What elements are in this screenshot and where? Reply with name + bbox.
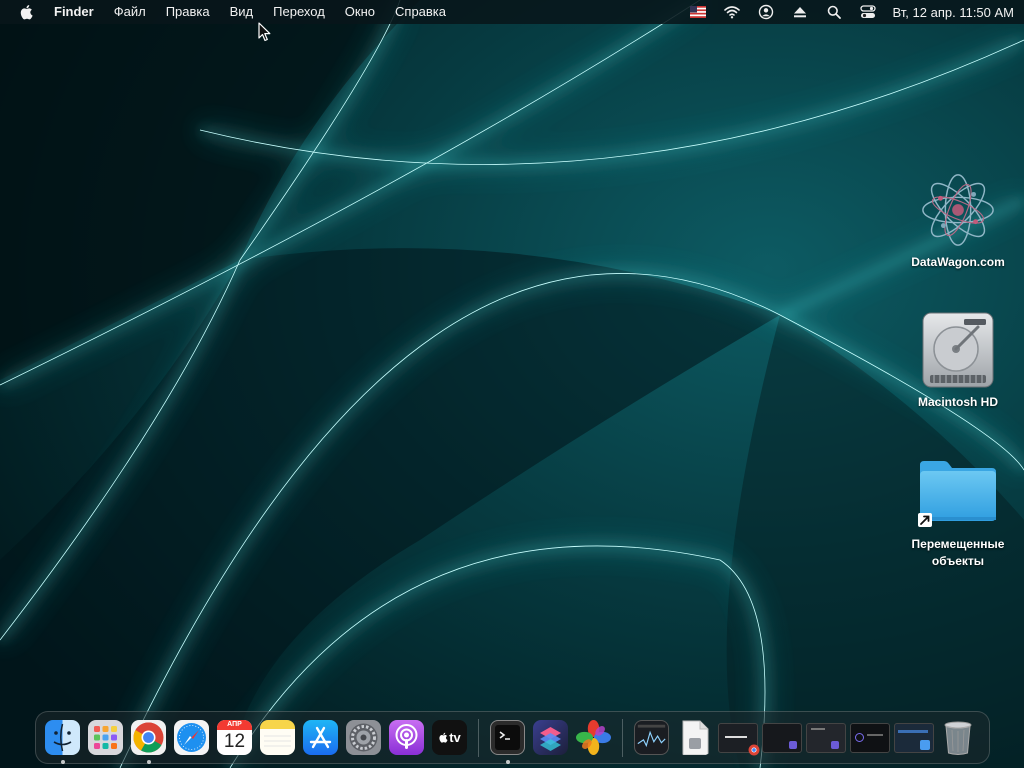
- system-preferences-icon: [346, 720, 381, 755]
- dock-apple-tv[interactable]: tv: [428, 716, 471, 759]
- dock-terminal[interactable]: [486, 716, 529, 764]
- desktop-icon-label: Перемещенные объекты: [911, 537, 1005, 568]
- desktop-icon-macintosh-hd[interactable]: Macintosh HD: [902, 310, 1014, 411]
- running-indicator: [505, 760, 510, 764]
- datawagon-icon: [918, 170, 998, 250]
- calendar-icon: АПР 12: [217, 720, 252, 755]
- wifi-icon[interactable]: [720, 0, 744, 24]
- menu-help[interactable]: Справка: [385, 0, 456, 24]
- menu-bar-status: Вт, 12 апр. 11:50 AM: [681, 0, 1024, 24]
- dock-minimized-window-3[interactable]: [804, 716, 848, 759]
- desktop-icon-datawagon[interactable]: DataWagon.com: [902, 170, 1014, 271]
- window-thumbnail: [718, 722, 760, 755]
- hard-drive-icon: [918, 310, 998, 390]
- folder-alias-icon: [918, 452, 998, 532]
- chrome-icon: [131, 720, 166, 755]
- search-icon[interactable]: [822, 0, 846, 24]
- menu-view[interactable]: Вид: [220, 0, 264, 24]
- running-indicator: [146, 760, 151, 764]
- desktop-wallpaper: [0, 0, 1024, 768]
- menu-go[interactable]: Переход: [263, 0, 335, 24]
- dock-podcasts[interactable]: [385, 716, 428, 759]
- dock-calendar[interactable]: АПР 12: [213, 716, 256, 759]
- desktop-icon-label: DataWagon.com: [911, 255, 1005, 269]
- dock-separator: [478, 718, 479, 757]
- desktop-icon-moved-items[interactable]: Перемещенные объекты: [902, 452, 1014, 570]
- dock-minimized-window-1[interactable]: [716, 716, 760, 759]
- dock-shortcuts[interactable]: [529, 716, 572, 759]
- dock-system-preferences[interactable]: [342, 716, 385, 759]
- finder-icon: [45, 720, 80, 755]
- dock-document[interactable]: [673, 716, 716, 759]
- control-center-icon[interactable]: [856, 0, 880, 24]
- flag-us-icon[interactable]: [686, 0, 710, 24]
- eject-icon[interactable]: [788, 0, 812, 24]
- dock-photos-flower[interactable]: [572, 716, 615, 759]
- menu-bar-clock[interactable]: Вт, 12 апр. 11:50 AM: [893, 5, 1014, 20]
- launchpad-icon: [88, 720, 123, 755]
- dock-chrome[interactable]: [127, 716, 170, 764]
- dock-safari[interactable]: [170, 716, 213, 759]
- dock-trash[interactable]: [936, 716, 979, 759]
- desktop-icon-label: Macintosh HD: [917, 395, 998, 409]
- dock-app-store[interactable]: [299, 716, 342, 759]
- trash-icon: [940, 720, 975, 755]
- calendar-day: 12: [223, 731, 246, 752]
- menu-bar: Finder Файл Правка Вид Переход Окно Спра…: [0, 0, 1024, 24]
- mouse-cursor-icon: [258, 22, 271, 42]
- window-thumbnail: [850, 722, 890, 753]
- apple-tv-label: tv: [449, 730, 461, 745]
- window-thumbnail: [806, 722, 846, 753]
- apple-tv-icon: tv: [432, 720, 467, 755]
- document-icon: [677, 720, 712, 755]
- dock-finder[interactable]: [41, 716, 84, 764]
- window-thumbnail: [762, 722, 802, 753]
- dock-launchpad[interactable]: [84, 716, 127, 759]
- app-store-icon: [303, 720, 338, 755]
- window-thumbnail: [894, 722, 934, 753]
- calendar-month: АПР: [217, 720, 252, 730]
- dock: АПР 12 tv: [35, 711, 990, 764]
- dock-minimized-window-2[interactable]: [760, 716, 804, 759]
- menu-file[interactable]: Файл: [104, 0, 156, 24]
- flower-app-icon: [576, 720, 611, 755]
- menu-app-finder[interactable]: Finder: [44, 0, 104, 24]
- dock-separator: [622, 718, 623, 757]
- apple-menu-icon[interactable]: [8, 0, 44, 24]
- menu-edit[interactable]: Правка: [156, 0, 220, 24]
- dock-minimized-window-5[interactable]: [892, 716, 936, 759]
- menu-bar-left: Finder Файл Правка Вид Переход Окно Спра…: [0, 0, 456, 24]
- podcasts-icon: [389, 720, 424, 755]
- shortcuts-icon: [533, 720, 568, 755]
- safari-icon: [174, 720, 209, 755]
- notes-icon: [260, 720, 295, 755]
- dock-notes[interactable]: [256, 716, 299, 759]
- activity-monitor-icon: [634, 720, 669, 755]
- menu-window[interactable]: Окно: [335, 0, 385, 24]
- dock-minimized-window-4[interactable]: [848, 716, 892, 759]
- user-icon[interactable]: [754, 0, 778, 24]
- running-indicator: [60, 760, 65, 764]
- terminal-icon: [490, 720, 525, 755]
- dock-activity-monitor[interactable]: [630, 716, 673, 759]
